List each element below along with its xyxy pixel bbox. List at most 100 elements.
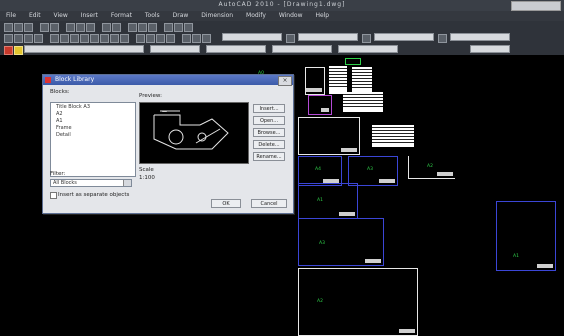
table-3 <box>343 92 383 112</box>
sheet-label: A3 <box>319 241 325 246</box>
offset-icon[interactable] <box>120 34 129 43</box>
table-style-icon[interactable] <box>438 34 447 43</box>
fillet-icon[interactable] <box>110 34 119 43</box>
plotstyle-select[interactable] <box>338 45 398 53</box>
block-preview: — <box>139 102 249 164</box>
menu-draw[interactable]: Draw <box>173 12 189 19</box>
sheet-label: A2 <box>427 164 433 169</box>
filter-label: Filter: <box>50 171 66 177</box>
close-icon[interactable]: × <box>278 76 292 86</box>
array-icon[interactable] <box>146 34 155 43</box>
zoom-icon[interactable] <box>138 23 147 32</box>
preview-icon[interactable] <box>50 23 59 32</box>
design-center-icon[interactable] <box>174 23 183 32</box>
layer-state-icon[interactable] <box>14 46 23 55</box>
text-icon[interactable] <box>182 34 191 43</box>
zoom-select[interactable] <box>470 45 510 53</box>
menu-tools[interactable]: Tools <box>145 12 160 19</box>
sheet-label: A1 <box>317 198 323 203</box>
menu-help[interactable]: Help <box>315 12 329 19</box>
sheet-a3-1 <box>298 117 360 155</box>
text-style-icon[interactable] <box>286 34 295 43</box>
block-icon[interactable] <box>202 34 211 43</box>
table-style-select[interactable] <box>374 33 434 41</box>
extend-icon[interactable] <box>100 34 109 43</box>
redo-icon[interactable] <box>112 23 121 32</box>
menu-modify[interactable]: Modify <box>246 12 266 19</box>
copy-object-icon[interactable] <box>60 34 69 43</box>
separate-objects-checkbox[interactable] <box>50 192 57 199</box>
mleader-style-select[interactable] <box>450 33 510 41</box>
layer-select[interactable] <box>24 45 144 53</box>
menu-format[interactable]: Format <box>111 12 132 19</box>
copy-icon[interactable] <box>76 23 85 32</box>
save-icon[interactable] <box>24 23 33 32</box>
draw-polyline-icon[interactable] <box>14 34 23 43</box>
sheet-a0-2: A2 <box>298 268 418 336</box>
sheet-a0-1: A3 <box>298 218 384 266</box>
dialog-title-bar[interactable]: Block Library × <box>43 75 293 86</box>
scale-icon[interactable] <box>80 34 89 43</box>
properties-icon[interactable] <box>164 23 173 32</box>
sheet-label: A3 <box>367 167 373 172</box>
list-item[interactable]: A2 <box>56 111 135 117</box>
sheet-a1-2: A1 <box>496 201 556 271</box>
text-style-select[interactable] <box>222 33 282 41</box>
insert-button[interactable]: Insert... <box>253 104 285 113</box>
dim-style-icon[interactable] <box>362 34 371 43</box>
sheet-a1-1: A1 <box>298 183 358 219</box>
filter-select[interactable]: All Blocks <box>50 179 132 187</box>
chevron-down-icon[interactable] <box>123 180 131 186</box>
list-item[interactable]: Title Block A3 <box>56 104 135 110</box>
mirror-icon[interactable] <box>136 34 145 43</box>
rotate-icon[interactable] <box>70 34 79 43</box>
dim-style-select[interactable] <box>298 33 358 41</box>
menu-dimension[interactable]: Dimension <box>201 12 233 19</box>
ok-button[interactable]: OK <box>211 199 241 208</box>
window-controls[interactable] <box>511 1 561 11</box>
layer-manager-icon[interactable] <box>4 46 13 55</box>
zoom-window-icon[interactable] <box>148 23 157 32</box>
linetype-select[interactable] <box>206 45 266 53</box>
block-list[interactable]: Title Block A3 A2 A1 Frame Detail <box>50 102 136 177</box>
draw-line-icon[interactable] <box>4 34 13 43</box>
sheet-a4-2 <box>308 95 332 115</box>
tool-palette-icon[interactable] <box>184 23 193 32</box>
hatch-icon[interactable] <box>166 34 175 43</box>
cut-icon[interactable] <box>66 23 75 32</box>
color-select[interactable] <box>150 45 200 53</box>
menu-view[interactable]: View <box>54 12 68 19</box>
table-1 <box>329 66 347 94</box>
draw-arc-icon[interactable] <box>34 34 43 43</box>
list-item[interactable]: Frame <box>56 125 135 131</box>
cancel-button[interactable]: Cancel <box>251 199 287 208</box>
menu-edit[interactable]: Edit <box>29 12 41 19</box>
menu-window[interactable]: Window <box>279 12 303 19</box>
delete-button[interactable]: Delete... <box>253 140 285 149</box>
open-button[interactable]: Open... <box>253 116 285 125</box>
print-icon[interactable] <box>40 23 49 32</box>
open-file-icon[interactable] <box>14 23 23 32</box>
rename-button[interactable]: Rename... <box>253 152 285 161</box>
trim-icon[interactable] <box>90 34 99 43</box>
lineweight-select[interactable] <box>272 45 332 53</box>
dimension-icon[interactable] <box>192 34 201 43</box>
draw-circle-icon[interactable] <box>24 34 33 43</box>
move-icon[interactable] <box>50 34 59 43</box>
list-item[interactable]: Detail <box>56 132 135 138</box>
sheet-label: A2 <box>317 299 323 304</box>
paste-icon[interactable] <box>86 23 95 32</box>
list-item[interactable]: A1 <box>56 118 135 124</box>
separate-objects-row[interactable]: Insert as separate objects <box>50 192 138 199</box>
menu-file[interactable]: File <box>6 12 16 19</box>
browse-button[interactable]: Browse... <box>253 128 285 137</box>
pan-icon[interactable] <box>128 23 137 32</box>
sheet-a2-2: A3 <box>348 156 398 186</box>
sheet-label: A4 <box>315 167 321 172</box>
green-marker <box>345 58 361 65</box>
menu-insert[interactable]: Insert <box>81 12 98 19</box>
undo-icon[interactable] <box>102 23 111 32</box>
sheet-a4-1 <box>305 67 325 95</box>
new-file-icon[interactable] <box>4 23 13 32</box>
explode-icon[interactable] <box>156 34 165 43</box>
